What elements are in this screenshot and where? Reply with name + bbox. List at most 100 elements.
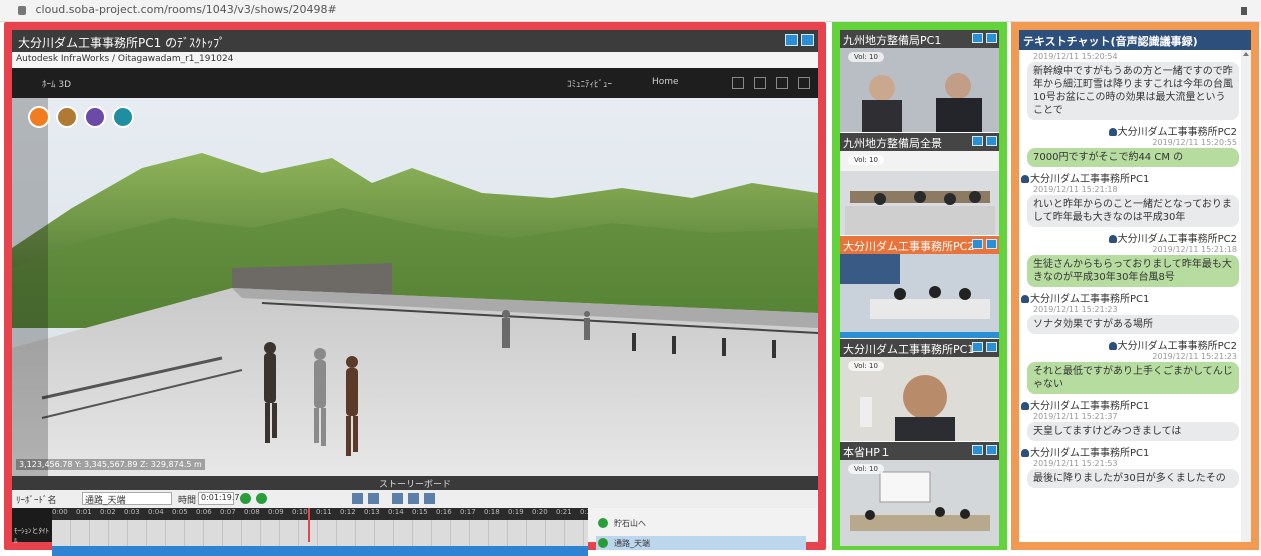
video-title-bar: 大分川ダム工事事務所PC1	[840, 339, 999, 357]
tool-orange-icon[interactable]	[28, 106, 50, 128]
expand-icon[interactable]	[986, 239, 997, 249]
scene-icon	[598, 518, 608, 528]
search-icon[interactable]	[732, 77, 744, 89]
motion-track[interactable]	[52, 520, 588, 546]
chat-message-out: 7000円ですがそこで約44 CM の	[1027, 148, 1239, 167]
app-toolbar: ﾎｰﾑ 3D ｺﾐｭﾆﾃｨﾋﾞｭｰ Home	[12, 68, 818, 98]
minimize-icon[interactable]	[972, 239, 983, 249]
storyboard-name-input[interactable]: 通路_天端	[82, 492, 172, 506]
browser-menu-icon[interactable]	[1241, 7, 1247, 15]
volume-indicator: Vol: 10	[848, 464, 884, 474]
expand-icon[interactable]	[986, 445, 997, 455]
settings-icon[interactable]	[754, 77, 766, 89]
toolbar-home-view[interactable]: Home	[652, 77, 679, 87]
chat-message-out: それと最低ですがあり上手くごまかしてんじゃない	[1027, 362, 1239, 394]
expand-icon[interactable]	[986, 33, 997, 43]
video-title: 本省HP１	[843, 446, 891, 459]
user-icon	[1108, 235, 1117, 243]
3d-viewport[interactable]: 3,123,456.78 Y: 3,345,567.89 Z: 329,874.…	[12, 98, 818, 476]
minimize-icon[interactable]	[972, 136, 983, 146]
tool-circle-group	[28, 106, 134, 128]
storyboard-tool-icon[interactable]	[352, 493, 363, 504]
message-timestamp: 2019/12/11 15:21:37	[1033, 412, 1118, 421]
tool-purple-icon[interactable]	[84, 106, 106, 128]
video-tile[interactable]: 本省HP１ Vol: 10	[840, 442, 999, 546]
message-timestamp: 2019/12/11 15:21:53	[1033, 459, 1118, 468]
video-feed: Vol: 10	[840, 48, 999, 132]
volume-indicator: Vol: 10	[848, 155, 884, 165]
storyboard-tool-icon[interactable]	[392, 493, 403, 504]
title-track[interactable]	[52, 546, 588, 556]
video-tile[interactable]: 九州地方整備局PC1 Vol: 10	[840, 30, 999, 132]
storyboard-timeline[interactable]: 0:00 0:01 0:02 0:03 0:04 0:05 0:06 0:07 0:08 0:09…	[12, 508, 588, 556]
volume-indicator: Vol: 10	[848, 52, 884, 62]
save-icon[interactable]	[776, 77, 788, 89]
tool-teal-icon[interactable]	[112, 106, 134, 128]
video-feed: Vol: 10	[840, 357, 999, 441]
expand-icon[interactable]	[986, 342, 997, 352]
scene-item-selected[interactable]: 通路_天端	[596, 536, 806, 550]
scene-item[interactable]: 貯石山へ	[596, 516, 646, 530]
video-tile[interactable]: 九州地方整備局全景 Vol: 10	[840, 133, 999, 235]
chat-scrollbar[interactable]	[1241, 50, 1251, 542]
volume-indicator: Vol: 10	[848, 361, 884, 371]
panel-icon[interactable]	[798, 77, 810, 89]
storyboard-tool-icon[interactable]	[424, 493, 435, 504]
video-title: 大分川ダム工事事務所PC2	[843, 240, 975, 253]
message-sender: 大分川ダム工事事務所PC1	[1019, 290, 1251, 305]
message-timestamp: 2019/12/11 15:20:55	[1152, 138, 1237, 147]
play-button[interactable]	[240, 493, 251, 504]
desktop-title-bar: 大分川ダム工事事務所PC1 のﾃﾞｽｸﾄｯﾌﾟ	[12, 30, 818, 52]
user-icon	[1021, 402, 1029, 410]
timeline-playhead[interactable]	[308, 508, 310, 542]
app-title-bar: Autodesk InfraWorks / Oitagawadam_r1_191…	[12, 52, 818, 68]
tool-brown-icon[interactable]	[56, 106, 78, 128]
video-title-bar: 本省HP１	[840, 442, 999, 460]
message-sender: 大分川ダム工事事務所PC2	[1019, 230, 1251, 245]
chat-header: テキストチャット(音声認識議事録)	[1019, 30, 1251, 50]
track-label: ﾓｰｼｮﾝとﾀｲﾄﾙ	[14, 527, 49, 545]
video-frame-image	[840, 254, 999, 338]
storyboard-controls: ﾘｰﾎﾞｰﾄﾞ名 通路_天端 時間 0:01:19.7	[12, 490, 818, 508]
storyboard-title: ストーリーボード	[12, 476, 818, 490]
expand-icon[interactable]	[986, 136, 997, 146]
video-title-bar: 九州地方整備局PC1	[840, 30, 999, 48]
expand-icon[interactable]	[801, 34, 814, 46]
left-tool-strip[interactable]	[12, 98, 48, 476]
message-timestamp: 2019/12/11 15:20:54	[1033, 52, 1118, 61]
message-sender: 大分川ダム工事事務所PC1	[1019, 170, 1251, 185]
storyboard-tool-icon[interactable]	[368, 493, 379, 504]
storyboard-name-label: ﾘｰﾎﾞｰﾄﾞ名	[16, 496, 57, 506]
video-tile[interactable]: 大分川ダム工事事務所PC1 Vol: 10	[840, 339, 999, 441]
message-sender: 大分川ダム工事事務所PC2	[1019, 123, 1251, 138]
scroll-up-icon[interactable]	[1243, 52, 1249, 56]
storyboard-tool-icon[interactable]	[408, 493, 419, 504]
minimize-icon[interactable]	[972, 33, 983, 43]
chat-message-in: 天皇してますけどみつきましては	[1027, 422, 1239, 441]
video-tile-active[interactable]: 大分川ダム工事事務所PC2	[840, 236, 999, 338]
url-text: cloud.soba-project.com/rooms/1043/v3/sho…	[35, 3, 337, 16]
message-sender: 大分川ダム工事事務所PC1	[1019, 397, 1251, 412]
shared-desktop-panel: 大分川ダム工事事務所PC1 のﾃﾞｽｸﾄｯﾌﾟ Autodesk InfraWo…	[4, 22, 826, 556]
scene-list: 貯石山へ 通路_天端	[588, 508, 818, 550]
message-sender: 大分川ダム工事事務所PC1	[1019, 444, 1251, 459]
minimize-icon[interactable]	[972, 445, 983, 455]
chat-message-list[interactable]: 2019/12/11 15:20:54 新幹線中ですがもうあの方と一緒ですので昨…	[1019, 50, 1251, 542]
record-button[interactable]	[256, 493, 267, 504]
video-feed	[840, 254, 999, 338]
user-icon	[1108, 342, 1117, 350]
message-timestamp: 2019/12/11 15:21:18	[1152, 245, 1237, 254]
time-input[interactable]: 0:01:19.7	[198, 492, 239, 505]
toolbar-community-view[interactable]: ｺﾐｭﾆﾃｨﾋﾞｭｰ	[567, 77, 612, 90]
minimize-icon[interactable]	[972, 342, 983, 352]
user-icon	[1108, 128, 1117, 136]
message-timestamp: 2019/12/11 15:21:18	[1033, 185, 1118, 194]
message-timestamp: 2019/12/11 15:21:23	[1152, 352, 1237, 361]
chat-message-in: 新幹線中ですがもうあの方と一緒ですので昨年から細江町雪は降りますこれは今年の台風…	[1027, 62, 1239, 120]
desktop-title: 大分川ダム工事事務所PC1 のﾃﾞｽｸﾄｯﾌﾟ	[18, 36, 226, 50]
timeline-ruler: 0:00 0:01 0:02 0:03 0:04 0:05 0:06 0:07 0:08 0:09…	[52, 508, 588, 520]
toolbar-home-label[interactable]: ﾎｰﾑ 3D	[42, 77, 71, 90]
browser-url-bar[interactable]: cloud.soba-project.com/rooms/1043/v3/sho…	[0, 0, 1261, 22]
minimize-icon[interactable]	[785, 34, 798, 46]
chat-message-out: 生徒さんからもらっておりまして昨年最も大きなのが平成30年30年台風8号	[1027, 255, 1239, 287]
